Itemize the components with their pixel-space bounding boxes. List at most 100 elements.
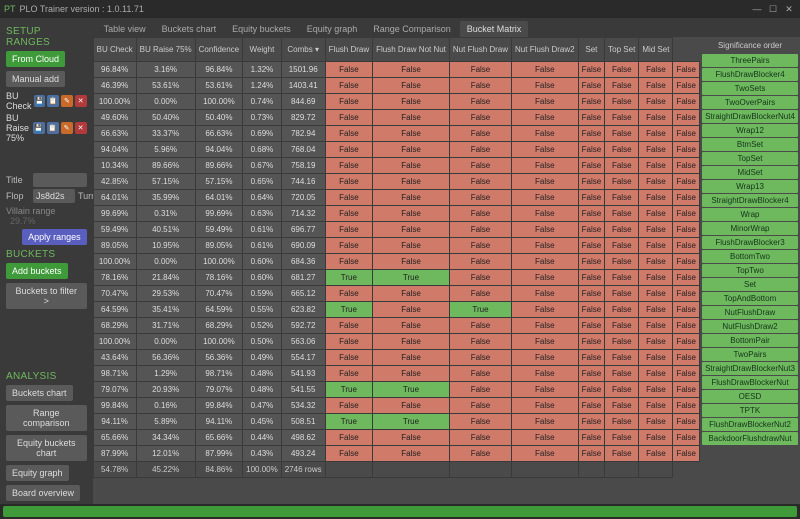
cell[interactable]: 0.60% [243,254,282,270]
cell[interactable]: 10.95% [136,238,195,254]
col-header[interactable]: Set [578,38,605,62]
cell[interactable]: 0.61% [243,238,282,254]
cell[interactable]: 684.36 [281,254,325,270]
bool-cell[interactable]: False [512,270,579,286]
bool-cell[interactable]: True [325,414,372,430]
significance-item[interactable]: FlushDrawBlocker4 [702,68,798,81]
bool-cell[interactable]: False [639,366,673,382]
cell[interactable]: 87.99% [195,446,242,462]
col-header[interactable]: BU Raise 75% [136,38,195,62]
table-row[interactable]: 89.05%10.95%89.05%0.61%690.09FalseFalseF… [93,238,699,254]
bool-cell[interactable]: False [605,398,639,414]
cell[interactable]: 681.27 [281,270,325,286]
table-row[interactable]: 66.63%33.37%66.63%0.69%782.94FalseFalseF… [93,126,699,142]
cell[interactable]: 0.31% [136,206,195,222]
bool-cell[interactable]: False [449,94,511,110]
cell[interactable]: 33.37% [136,126,195,142]
cell[interactable]: 94.04% [93,142,136,158]
bool-cell[interactable]: False [373,366,450,382]
bool-cell[interactable]: False [605,382,639,398]
bool-cell[interactable]: False [512,62,579,78]
bool-cell[interactable]: False [639,238,673,254]
table-row[interactable]: 10.34%89.66%89.66%0.67%758.19FalseFalseF… [93,158,699,174]
cell[interactable]: 0.64% [243,190,282,206]
bool-cell[interactable]: False [578,382,605,398]
cell[interactable]: 0.00% [136,334,195,350]
cell[interactable]: 0.68% [243,142,282,158]
bool-cell[interactable]: False [325,366,372,382]
cell[interactable]: 534.32 [281,398,325,414]
significance-item[interactable]: MidSet [702,166,798,179]
table-row[interactable]: 46.39%53.61%53.61%1.24%1403.41FalseFalse… [93,78,699,94]
bool-cell[interactable]: False [512,254,579,270]
bool-cell[interactable]: False [325,254,372,270]
cell[interactable]: 94.11% [93,414,136,430]
bool-cell[interactable]: False [325,430,372,446]
flop-input[interactable] [33,189,75,203]
table-row[interactable]: 68.29%31.71%68.29%0.52%592.72FalseFalseF… [93,318,699,334]
bool-cell[interactable]: False [578,158,605,174]
bool-cell[interactable]: False [605,190,639,206]
cell[interactable]: 68.29% [195,318,242,334]
cell[interactable]: 829.72 [281,110,325,126]
bool-cell[interactable]: False [325,126,372,142]
bool-cell[interactable]: False [605,302,639,318]
cell[interactable]: 64.01% [195,190,242,206]
col-header[interactable]: Mid Set [639,38,673,62]
significance-item[interactable]: BackdoorFlushdrawNut [702,432,798,445]
cell[interactable]: 0.69% [243,126,282,142]
bool-cell[interactable]: False [449,334,511,350]
bool-cell[interactable]: True [325,382,372,398]
cell[interactable]: 89.05% [93,238,136,254]
cell[interactable]: 96.84% [195,62,242,78]
table-row[interactable]: 99.84%0.16%99.84%0.47%534.32FalseFalseFa… [93,398,699,414]
bool-cell[interactable]: False [605,366,639,382]
bool-cell[interactable]: False [325,62,372,78]
cell[interactable]: 100.00% [195,254,242,270]
col-header[interactable]: Weight [243,38,282,62]
cell[interactable]: 10.34% [93,158,136,174]
bool-cell[interactable]: False [449,174,511,190]
bool-cell[interactable]: False [449,78,511,94]
bool-cell[interactable]: False [639,414,673,430]
bool-cell[interactable]: False [673,350,700,366]
cell[interactable]: 79.07% [195,382,242,398]
significance-item[interactable]: BottomTwo [702,250,798,263]
range-delete-icon[interactable]: ✕ [75,95,87,107]
cell[interactable]: 541.93 [281,366,325,382]
bool-cell[interactable]: False [639,142,673,158]
cell[interactable]: 0.45% [243,414,282,430]
cell[interactable]: 541.55 [281,382,325,398]
bool-cell[interactable]: False [512,366,579,382]
cell[interactable]: 0.60% [243,270,282,286]
bool-cell[interactable]: False [578,222,605,238]
tab-bucket-matrix[interactable]: Bucket Matrix [460,21,529,37]
cell[interactable]: 0.52% [243,318,282,334]
bool-cell[interactable]: False [325,286,372,302]
manual-add-button[interactable]: Manual add [6,71,65,87]
bool-cell[interactable]: False [512,446,579,462]
cell[interactable]: 1501.96 [281,62,325,78]
significance-item[interactable]: TopSet [702,152,798,165]
bool-cell[interactable]: False [639,270,673,286]
cell[interactable]: 508.51 [281,414,325,430]
cell[interactable]: 100.00% [195,94,242,110]
bool-cell[interactable]: False [512,158,579,174]
significance-item[interactable]: NutFlushDraw [702,306,798,319]
bool-cell[interactable]: False [605,334,639,350]
cell[interactable]: 64.59% [195,302,242,318]
bool-cell[interactable]: False [512,126,579,142]
range-copy-icon[interactable]: 📋 [47,95,59,107]
bool-cell[interactable]: False [673,318,700,334]
bool-cell[interactable]: False [578,238,605,254]
cell[interactable]: 0.43% [243,446,282,462]
bool-cell[interactable]: False [639,302,673,318]
bool-cell[interactable]: False [512,334,579,350]
bool-cell[interactable]: False [673,222,700,238]
bool-cell[interactable]: False [578,110,605,126]
bool-cell[interactable]: False [449,350,511,366]
col-header[interactable]: Nut Flush Draw2 [512,38,579,62]
bool-cell[interactable]: False [605,414,639,430]
bool-cell[interactable]: False [605,174,639,190]
bool-cell[interactable]: False [449,286,511,302]
